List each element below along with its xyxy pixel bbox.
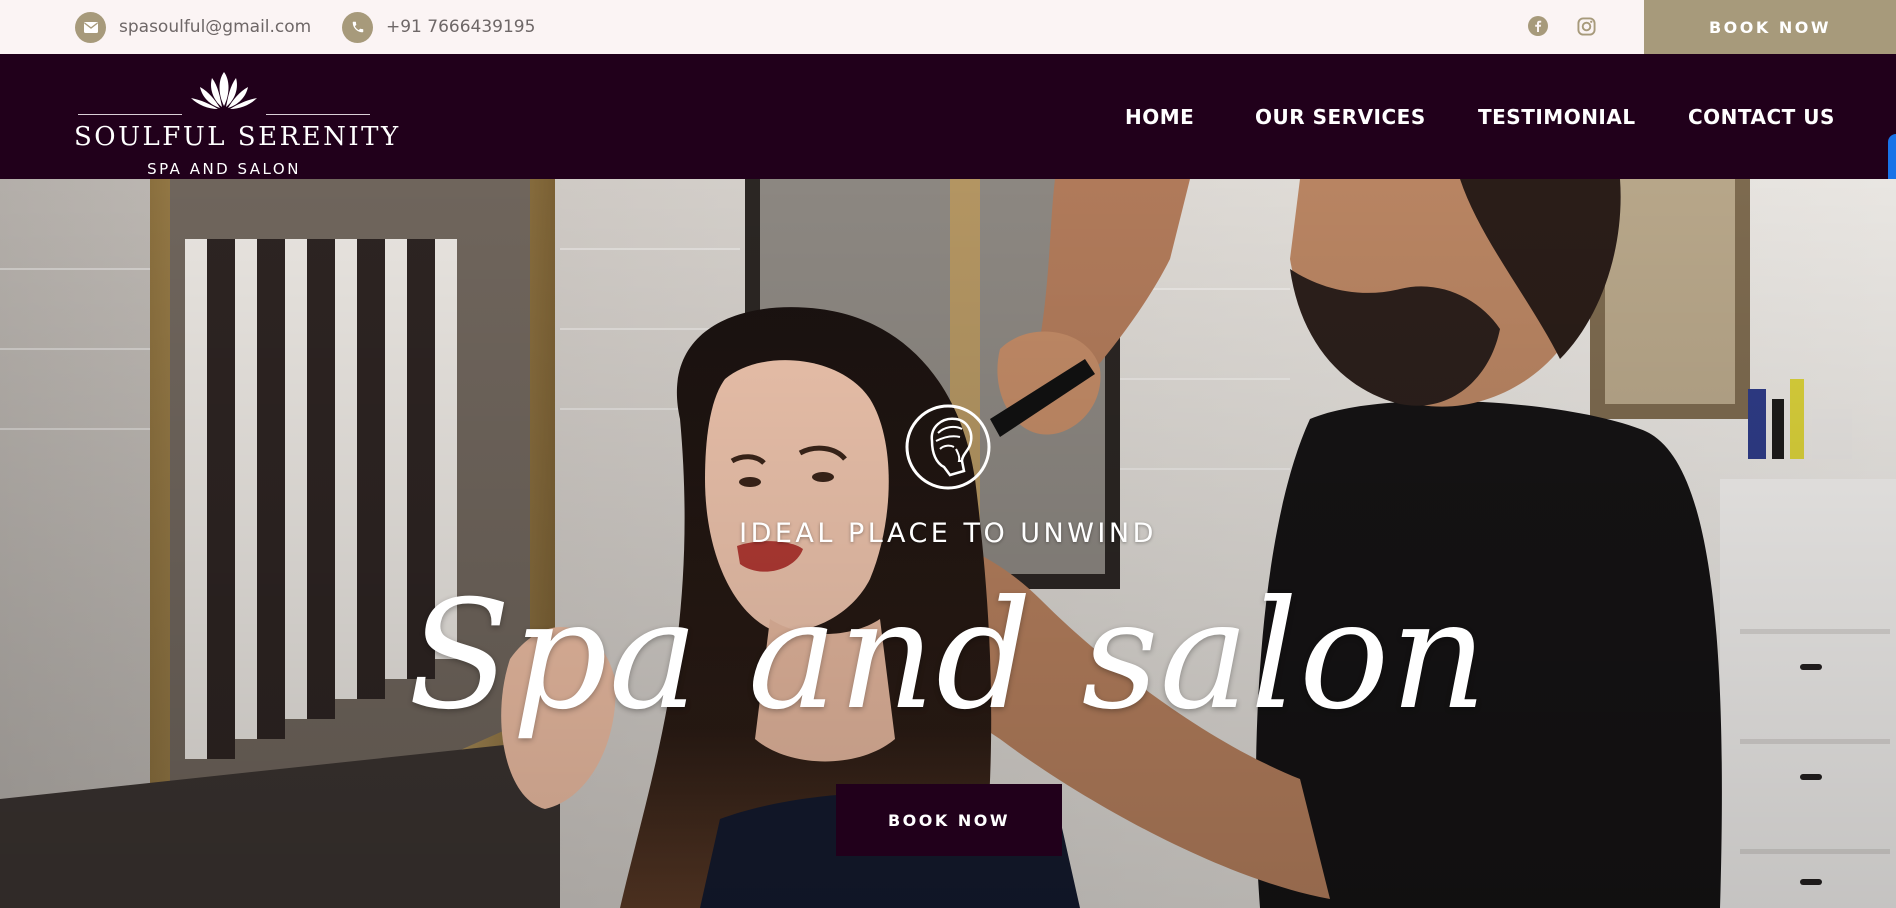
lotus-icon: [191, 72, 257, 109]
hero-title: Spa and salon: [408, 569, 1488, 743]
logo-divider-right: [266, 114, 370, 115]
instagram-icon[interactable]: [1574, 14, 1598, 38]
top-book-now-button[interactable]: BOOK NOW: [1644, 0, 1896, 54]
top-contact-bar: spasoulful@gmail.com +91 7666439195 BOOK…: [0, 0, 1896, 54]
hero-tagline: IDEAL PLACE TO UNWIND: [739, 518, 1157, 549]
nav-testimonial[interactable]: TESTIMONIAL: [1478, 105, 1636, 129]
logo-subtitle: SPA AND SALON: [147, 160, 301, 178]
main-header: SOULFUL SERENITY SPA AND SALON HOME OUR …: [0, 54, 1896, 196]
email-text: spasoulful@gmail.com: [119, 17, 312, 37]
logo-name: SOULFUL SERENITY: [74, 122, 401, 152]
hero-book-now-button[interactable]: BOOK NOW: [836, 784, 1062, 856]
phone-text: +91 7666439195: [386, 17, 536, 37]
phone-icon: [342, 11, 373, 43]
phone-contact[interactable]: +91 7666439195: [342, 11, 535, 43]
nav-contact-us[interactable]: CONTACT US: [1688, 105, 1835, 129]
envelope-icon: [75, 11, 106, 43]
facebook-icon[interactable]: [1526, 14, 1550, 38]
email-contact[interactable]: spasoulful@gmail.com: [75, 11, 311, 43]
nav-our-services[interactable]: OUR SERVICES: [1255, 105, 1426, 129]
hero-section: IDEAL PLACE TO UNWIND Spa and salon BOOK…: [0, 179, 1896, 908]
woman-profile-emblem-icon: [905, 404, 991, 490]
logo[interactable]: SOULFUL SERENITY SPA AND SALON: [74, 70, 401, 178]
logo-divider-left: [78, 114, 182, 115]
nav-home[interactable]: HOME: [1125, 105, 1194, 129]
